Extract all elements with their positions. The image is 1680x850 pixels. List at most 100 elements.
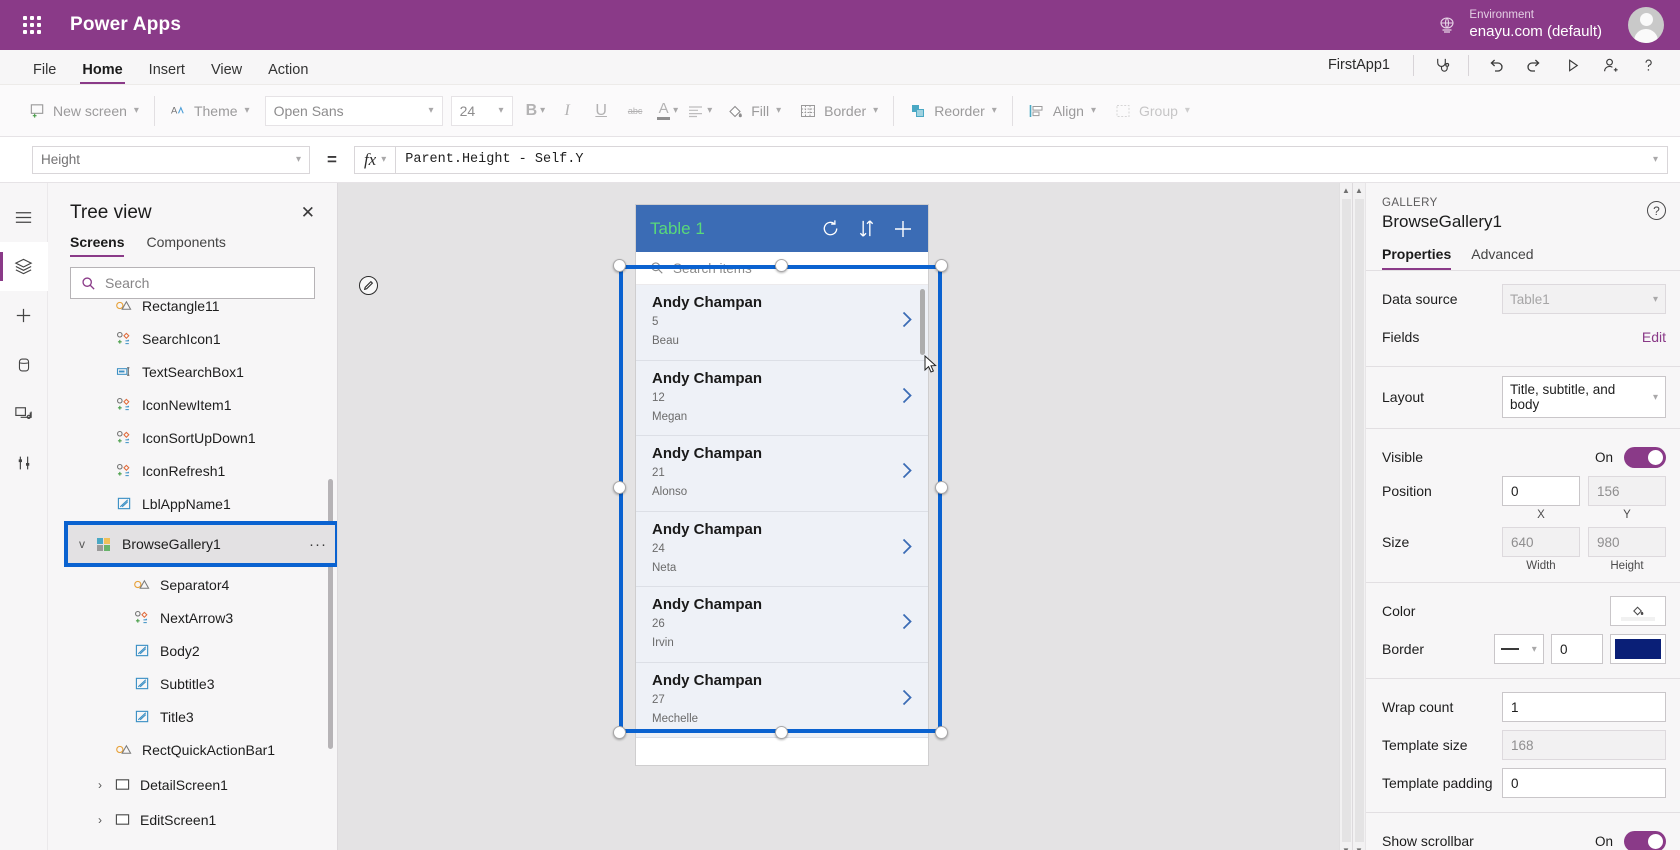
fields-edit-link[interactable]: Edit [1642, 329, 1666, 345]
new-screen-button[interactable]: New screen ▾ [20, 96, 148, 125]
menu-item-view[interactable]: View [198, 62, 255, 85]
tree-item-detailscreen1[interactable]: › DetailScreen1 [48, 768, 337, 801]
menu-item-home[interactable]: Home [69, 62, 135, 85]
environment-selector[interactable]: Environment enayu.com (default) [1469, 8, 1602, 41]
scroll-up-icon[interactable]: ▲ [1342, 183, 1350, 198]
tree-item-lblappname1[interactable]: LblAppName1 [48, 487, 337, 520]
app-checker-icon[interactable] [1423, 52, 1459, 79]
data-source-select[interactable]: Table1 ▾ [1502, 284, 1666, 314]
waffle-menu-button[interactable] [8, 16, 56, 34]
tree-item-iconnewitem1[interactable]: IconNewItem1 [48, 388, 337, 421]
chevron-right-icon[interactable] [900, 611, 914, 638]
tree-item-context-menu[interactable]: ··· [309, 536, 327, 553]
theme-button[interactable]: A Theme ▾ [161, 96, 259, 125]
tree-view-layers-icon[interactable] [0, 242, 48, 291]
browse-gallery[interactable]: Andy Champan 5 Beau Andy Champan 12 Mega… [636, 285, 928, 765]
text-align-button[interactable]: ▾ [683, 96, 717, 126]
resize-handle-tl[interactable] [613, 259, 626, 272]
help-circle-icon[interactable]: ? [1647, 201, 1666, 220]
chevron-right-icon[interactable] [900, 686, 914, 713]
property-select[interactable]: Height ▾ [32, 145, 310, 174]
edit-pencil-icon[interactable] [359, 276, 378, 295]
tree-item-browsegallery1[interactable]: v BrowseGallery1 ··· [64, 521, 337, 567]
font-color-button[interactable]: A ▾ [652, 96, 683, 126]
scroll-down-icon[interactable]: ▼ [1355, 843, 1363, 850]
refresh-icon[interactable] [820, 218, 841, 239]
menu-item-insert[interactable]: Insert [136, 62, 198, 85]
chevron-down-icon[interactable]: ▾ [1653, 154, 1658, 166]
formula-input[interactable]: Parent.Height - Self.Y ▾ [395, 145, 1668, 174]
layout-select[interactable]: Title, subtitle, and body ▾ [1502, 376, 1666, 418]
screen-search-box[interactable]: Search items [636, 252, 928, 285]
sort-icon[interactable] [857, 218, 876, 239]
resize-handle-ml[interactable] [613, 480, 626, 494]
undo-icon[interactable] [1478, 52, 1514, 79]
chevron-right-icon[interactable] [900, 384, 914, 411]
chevron-right-icon[interactable]: › [90, 813, 110, 827]
gallery-item[interactable]: Andy Champan 5 Beau [636, 285, 928, 361]
strikethrough-button[interactable]: abc [618, 96, 652, 126]
resize-handle-br[interactable] [935, 726, 948, 739]
gallery-item[interactable]: Andy Champan 24 Neta [636, 511, 928, 587]
tree-item-iconsortupdown1[interactable]: IconSortUpDown1 [48, 421, 337, 454]
tree-search-input[interactable]: Search [70, 267, 315, 299]
template-size-input[interactable]: 168 [1502, 730, 1666, 760]
tree-item-rectquickactionbar1[interactable]: RectQuickActionBar1 [48, 733, 337, 766]
position-y-input[interactable]: 156 [1588, 476, 1666, 506]
insert-plus-icon[interactable] [0, 291, 48, 340]
visible-toggle[interactable] [1624, 446, 1666, 468]
help-icon[interactable] [1630, 52, 1666, 79]
bold-button[interactable]: B ▾ [521, 96, 551, 126]
resize-handle-tr[interactable] [935, 259, 948, 272]
resize-handle-bl[interactable] [613, 726, 626, 739]
avatar[interactable] [1628, 7, 1664, 43]
properties-scrollbar[interactable]: ▲ ▼ [1353, 183, 1366, 850]
font-size-select[interactable]: 24 ▾ [450, 95, 513, 126]
chevron-down-icon[interactable]: v [72, 537, 92, 551]
color-picker-button[interactable] [1610, 596, 1666, 626]
share-user-icon[interactable] [1592, 52, 1628, 79]
menu-item-file[interactable]: File [20, 62, 69, 85]
tree-item-editscreen1[interactable]: › EditScreen1 [48, 803, 337, 836]
tree-item-separator4[interactable]: Separator4 [48, 568, 337, 601]
tree-item-iconrefresh1[interactable]: IconRefresh1 [48, 454, 337, 487]
scrollbar-thumb[interactable] [1354, 199, 1364, 842]
data-cylinder-icon[interactable] [0, 340, 48, 389]
size-height-input[interactable]: 980 [1588, 527, 1666, 557]
tree-item-textsearchbox1[interactable]: TextSearchBox1 [48, 355, 337, 388]
gallery-scrollbar[interactable] [920, 289, 925, 355]
tree-item-body2[interactable]: Body2 [48, 634, 337, 667]
tab-screens[interactable]: Screens [70, 234, 125, 257]
add-new-icon[interactable] [892, 218, 914, 240]
variables-icon[interactable] [0, 438, 48, 487]
size-width-input[interactable]: 640 [1502, 527, 1580, 557]
font-name-select[interactable]: Open Sans ▾ [264, 95, 443, 126]
tree-item-rectangle11[interactable]: Rectangle11 [48, 299, 337, 322]
scrollbar-thumb[interactable] [1341, 199, 1351, 842]
preview-play-icon[interactable] [1554, 52, 1590, 79]
tree-scrollbar[interactable] [328, 479, 333, 749]
tab-components[interactable]: Components [146, 234, 225, 257]
position-x-input[interactable]: 0 [1502, 476, 1580, 506]
chevron-right-icon[interactable] [900, 309, 914, 336]
tree-item-nextarrow3[interactable]: NextArrow3 [48, 601, 337, 634]
tab-advanced[interactable]: Advanced [1471, 246, 1533, 270]
tab-properties[interactable]: Properties [1382, 246, 1452, 270]
align-button[interactable]: Align ▾ [1019, 96, 1105, 126]
fill-button[interactable]: Fill ▾ [717, 96, 790, 126]
chevron-right-icon[interactable]: › [90, 778, 110, 792]
canvas-area[interactable]: Table 1 Search items Andy Champan 5 Beau… [338, 183, 1352, 850]
scroll-up-icon[interactable]: ▲ [1355, 183, 1363, 198]
gallery-item[interactable]: Andy Champan 27 Mechelle [636, 662, 928, 738]
group-button[interactable]: Group ▾ [1105, 96, 1199, 126]
media-icon[interactable] [0, 389, 48, 438]
tree-item-title3[interactable]: Title3 [48, 700, 337, 733]
template-padding-input[interactable]: 0 [1502, 768, 1666, 798]
chevron-right-icon[interactable] [900, 460, 914, 487]
italic-button[interactable]: I [550, 96, 584, 126]
fx-button[interactable]: fx ▾ [353, 145, 396, 174]
redo-icon[interactable] [1516, 52, 1552, 79]
border-color-swatch[interactable] [1610, 634, 1666, 664]
canvas-vertical-scrollbar[interactable]: ▲ ▼ [1339, 183, 1352, 850]
chevron-right-icon[interactable] [900, 535, 914, 562]
